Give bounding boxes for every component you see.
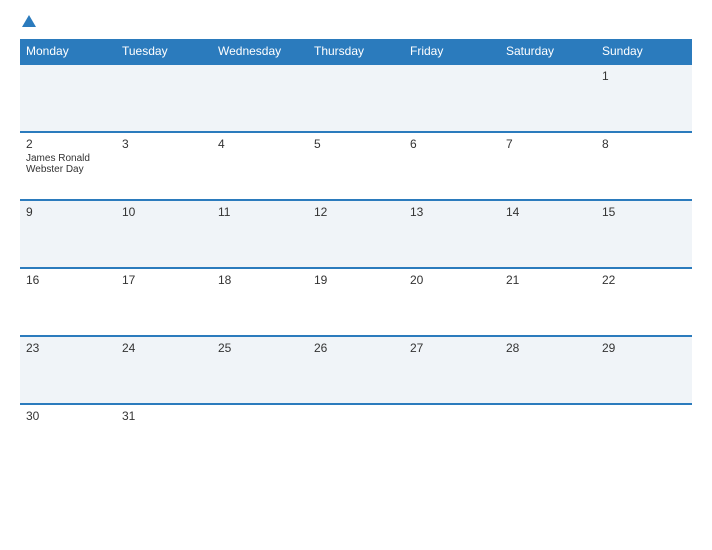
calendar-week-row: 9 10 11 12 13 14 15 [20, 200, 692, 268]
day-number: 30 [26, 409, 110, 423]
calendar-week-row: 1 [20, 64, 692, 132]
calendar-cell [212, 404, 308, 472]
calendar-cell: 10 [116, 200, 212, 268]
calendar-table: MondayTuesdayWednesdayThursdayFridaySatu… [20, 39, 692, 472]
calendar-cell [116, 64, 212, 132]
calendar-cell: 7 [500, 132, 596, 200]
calendar-cell: 14 [500, 200, 596, 268]
calendar-cell: 3 [116, 132, 212, 200]
day-number: 10 [122, 205, 206, 219]
day-number: 11 [218, 205, 302, 219]
day-number: 7 [506, 137, 590, 151]
calendar-cell: 8 [596, 132, 692, 200]
calendar-cell: 17 [116, 268, 212, 336]
calendar-cell: 12 [308, 200, 404, 268]
calendar-week-row: 23 24 25 26 27 28 29 [20, 336, 692, 404]
day-number: 20 [410, 273, 494, 287]
calendar-cell [404, 404, 500, 472]
page: MondayTuesdayWednesdayThursdayFridaySatu… [0, 0, 712, 550]
day-number: 22 [602, 273, 686, 287]
calendar-week-row: 30 31 [20, 404, 692, 472]
day-number: 17 [122, 273, 206, 287]
weekday-header-wednesday: Wednesday [212, 39, 308, 64]
day-number: 5 [314, 137, 398, 151]
weekday-header-monday: Monday [20, 39, 116, 64]
calendar-cell [404, 64, 500, 132]
day-number: 2 [26, 137, 110, 151]
weekday-header-thursday: Thursday [308, 39, 404, 64]
calendar-cell: 18 [212, 268, 308, 336]
day-number: 16 [26, 273, 110, 287]
calendar-cell: 20 [404, 268, 500, 336]
calendar-cell [500, 404, 596, 472]
calendar-cell: 16 [20, 268, 116, 336]
day-number: 12 [314, 205, 398, 219]
day-number: 19 [314, 273, 398, 287]
calendar-week-row: 16 17 18 19 20 21 22 [20, 268, 692, 336]
day-number: 24 [122, 341, 206, 355]
event-label: James Ronald Webster Day [26, 153, 110, 175]
calendar-week-row: 2 James Ronald Webster Day 345678 [20, 132, 692, 200]
logo [20, 15, 36, 29]
calendar-cell: 13 [404, 200, 500, 268]
day-number: 21 [506, 273, 590, 287]
calendar-cell: 25 [212, 336, 308, 404]
calendar-cell: 23 [20, 336, 116, 404]
calendar-cell: 9 [20, 200, 116, 268]
day-number: 9 [26, 205, 110, 219]
calendar-cell [308, 64, 404, 132]
weekday-header-friday: Friday [404, 39, 500, 64]
day-number: 25 [218, 341, 302, 355]
calendar-cell: 22 [596, 268, 692, 336]
day-number: 26 [314, 341, 398, 355]
calendar-cell [20, 64, 116, 132]
calendar-cell: 11 [212, 200, 308, 268]
day-number: 14 [506, 205, 590, 219]
header [20, 15, 692, 29]
calendar-cell: 31 [116, 404, 212, 472]
calendar-cell [212, 64, 308, 132]
calendar-cell [596, 404, 692, 472]
calendar-cell: 15 [596, 200, 692, 268]
day-number: 28 [506, 341, 590, 355]
weekday-header-saturday: Saturday [500, 39, 596, 64]
calendar-cell: 24 [116, 336, 212, 404]
day-number: 23 [26, 341, 110, 355]
calendar-cell: 21 [500, 268, 596, 336]
day-number: 18 [218, 273, 302, 287]
day-number: 29 [602, 341, 686, 355]
calendar-cell: 29 [596, 336, 692, 404]
day-number: 15 [602, 205, 686, 219]
calendar-cell: 27 [404, 336, 500, 404]
calendar-cell: 4 [212, 132, 308, 200]
day-number: 8 [602, 137, 686, 151]
calendar-cell [500, 64, 596, 132]
day-number: 4 [218, 137, 302, 151]
day-number: 13 [410, 205, 494, 219]
weekday-header-tuesday: Tuesday [116, 39, 212, 64]
calendar-cell: 1 [596, 64, 692, 132]
calendar-cell: 6 [404, 132, 500, 200]
day-number: 3 [122, 137, 206, 151]
calendar-cell: 5 [308, 132, 404, 200]
day-number: 27 [410, 341, 494, 355]
calendar-cell: 26 [308, 336, 404, 404]
weekday-header-sunday: Sunday [596, 39, 692, 64]
calendar-cell: 30 [20, 404, 116, 472]
calendar-cell [308, 404, 404, 472]
weekday-header-row: MondayTuesdayWednesdayThursdayFridaySatu… [20, 39, 692, 64]
logo-triangle-icon [22, 15, 36, 27]
day-number: 31 [122, 409, 206, 423]
calendar-cell: 2 James Ronald Webster Day [20, 132, 116, 200]
calendar-cell: 28 [500, 336, 596, 404]
day-number: 6 [410, 137, 494, 151]
day-number: 1 [602, 69, 686, 83]
calendar-cell: 19 [308, 268, 404, 336]
